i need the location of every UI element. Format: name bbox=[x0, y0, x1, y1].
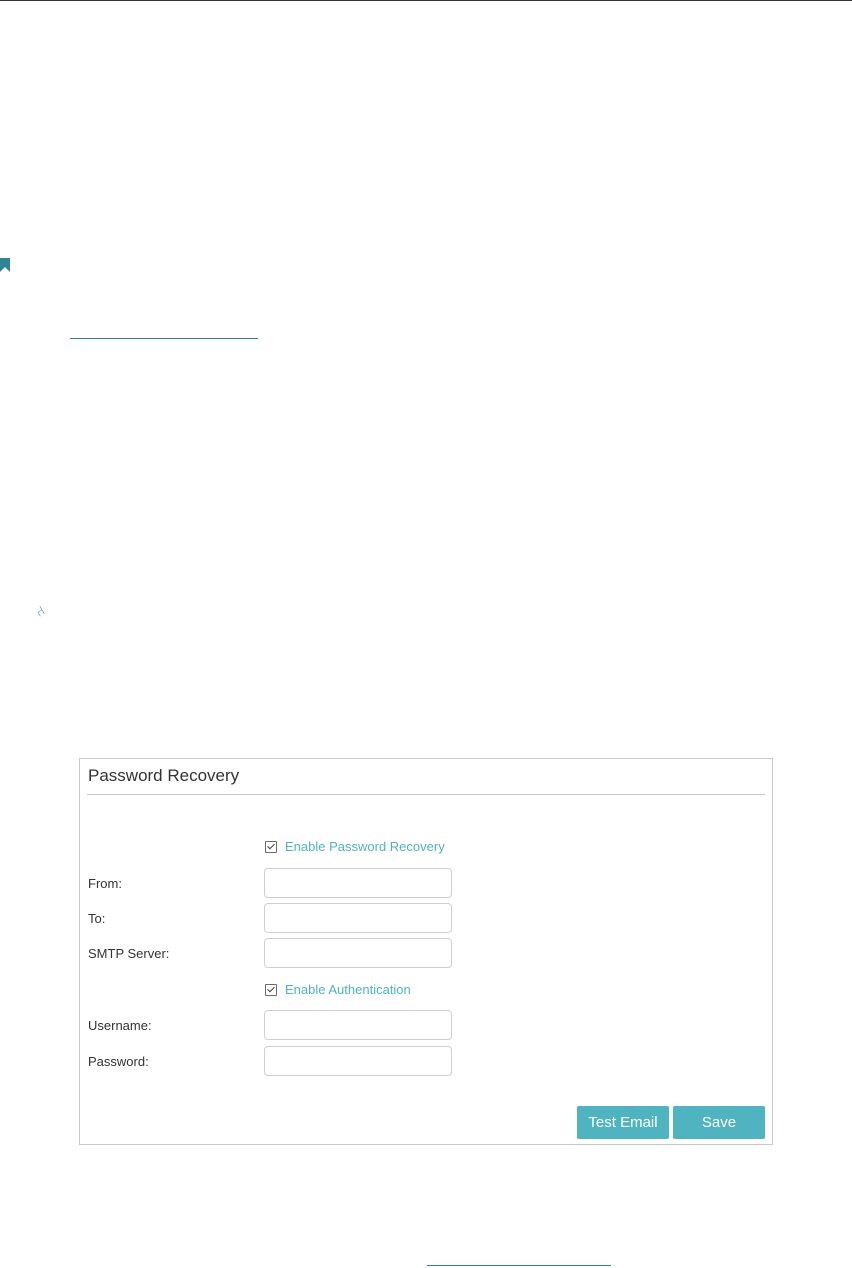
check-icon[interactable] bbox=[265, 983, 277, 996]
to-input[interactable] bbox=[264, 903, 452, 933]
to-label: To: bbox=[88, 911, 106, 926]
enable-password-recovery-label[interactable]: Enable Password Recovery bbox=[285, 839, 445, 854]
username-label: Username: bbox=[88, 1018, 152, 1033]
check-icon[interactable] bbox=[265, 840, 277, 853]
from-label: From: bbox=[88, 876, 122, 891]
enable-authentication-checkbox[interactable]: Enable Authentication bbox=[265, 982, 411, 997]
link-underline[interactable] bbox=[427, 1265, 611, 1266]
username-input[interactable] bbox=[264, 1010, 452, 1040]
test-email-button[interactable]: Test Email bbox=[577, 1106, 669, 1139]
enable-password-recovery-checkbox[interactable]: Enable Password Recovery bbox=[265, 839, 445, 854]
password-recovery-panel: Password Recovery Enable Password Recove… bbox=[79, 758, 773, 1145]
panel-divider bbox=[87, 794, 765, 795]
smtp-server-label: SMTP Server: bbox=[88, 946, 170, 961]
smtp-server-input[interactable] bbox=[264, 938, 452, 968]
bookmark-icon bbox=[0, 258, 10, 272]
paperclip-icon: ⑁ bbox=[32, 602, 48, 620]
from-input[interactable] bbox=[264, 868, 452, 898]
enable-authentication-label[interactable]: Enable Authentication bbox=[285, 982, 411, 997]
panel-title: Password Recovery bbox=[88, 766, 240, 785]
page-top-rule bbox=[0, 0, 852, 1]
password-input[interactable] bbox=[264, 1046, 452, 1076]
link-underline[interactable] bbox=[70, 338, 258, 339]
password-label: Password: bbox=[88, 1054, 149, 1069]
save-button[interactable]: Save bbox=[673, 1106, 765, 1139]
